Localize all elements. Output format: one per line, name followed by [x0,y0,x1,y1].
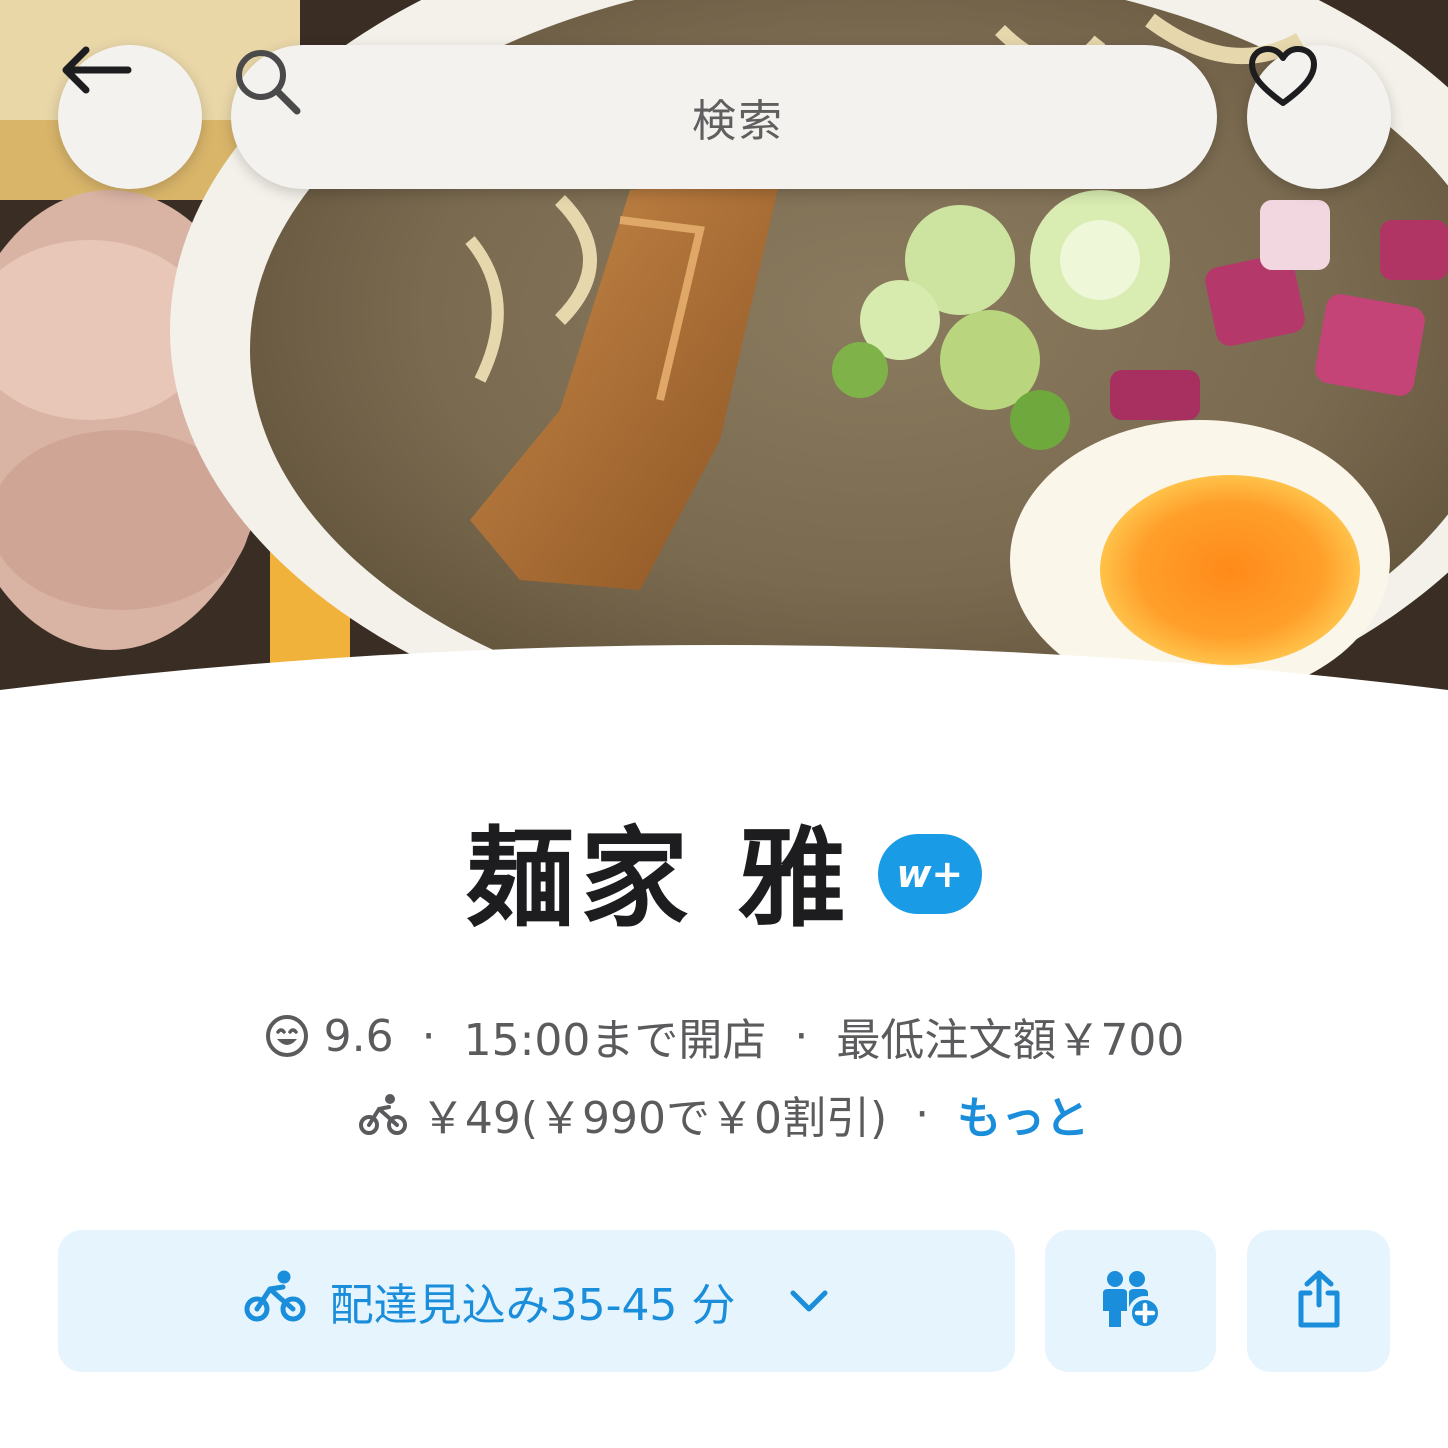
bicycle-icon [244,1269,306,1334]
favorite-button[interactable] [1247,45,1391,189]
separator-dot: · [915,1088,930,1140]
back-button[interactable] [58,45,202,189]
share-button[interactable] [1247,1230,1390,1372]
smile-icon [264,1013,310,1059]
plus-badge: w+ [877,834,982,914]
hero-image: 検索 [0,0,1448,700]
delivery-estimate-button[interactable]: 配達見込み35-45 分 [58,1230,1015,1372]
search-placeholder: 検索 [692,96,784,147]
opening-hours: 15:00まで開店 [463,1015,767,1066]
group-add-icon [1099,1267,1163,1335]
rating-value: 9.6 [323,1010,394,1062]
delivery-fee-row: ￥49(￥990で￥0割引) · もっと [0,1082,1448,1146]
share-icon [1295,1269,1343,1333]
minimum-order: 最低注文額￥700 [836,1015,1185,1066]
bicycle-icon [358,1092,407,1136]
delivery-fee: ￥49(￥990で￥0割引) [420,1093,888,1144]
more-link[interactable]: もっと [957,1082,1089,1146]
separator-dot: · [421,1010,436,1062]
store-name: 麺家 雅 [466,817,852,942]
store-info-row: 9.6 · 15:00まで開店 · 最低注文額￥700 [0,1004,1448,1068]
delivery-estimate-label: 配達見込み35-45 分 [329,1280,736,1331]
store-header: 麺家 雅 w+ [0,790,1448,950]
separator-dot: · [794,1010,809,1062]
chevron-down-icon [789,1288,829,1314]
group-order-button[interactable] [1045,1230,1216,1372]
search-bar[interactable]: 検索 [231,45,1217,189]
